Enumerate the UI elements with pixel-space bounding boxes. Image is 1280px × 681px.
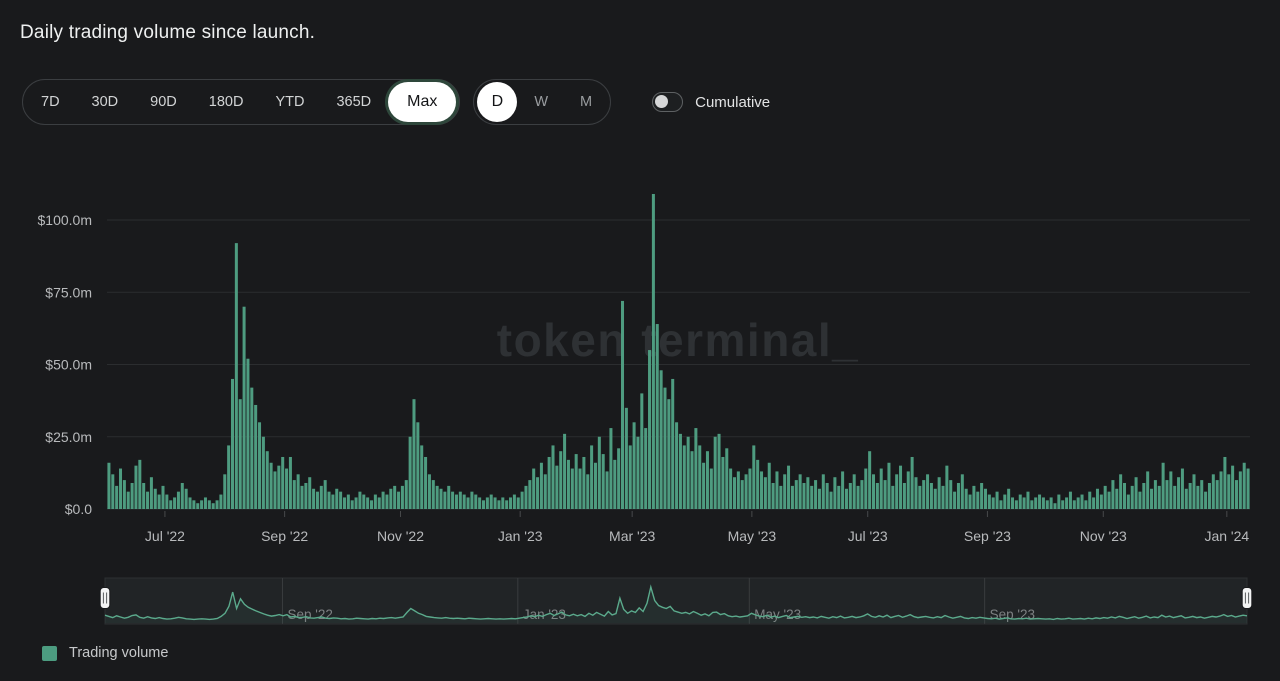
range-180d-button[interactable]: 180D: [193, 80, 260, 124]
trading-volume-bar-chart[interactable]: token terminal_ Jul '22 Sep '22 Nov '22 Jan…: [0, 180, 1280, 552]
cumulative-toggle-label: Cumulative: [695, 94, 770, 111]
range-90d-button[interactable]: 90D: [134, 80, 193, 124]
svg-text:Mar '23: Mar '23: [609, 528, 655, 544]
svg-text:$100.0m: $100.0m: [38, 212, 92, 228]
granularity-selector: D W M: [473, 79, 611, 125]
cumulative-control: Cumulative: [652, 92, 770, 112]
chart-controls: 7D 30D 90D 180D YTD 365D Max D W M Cumul…: [22, 79, 770, 125]
svg-text:Nov '23: Nov '23: [1080, 528, 1127, 544]
svg-text:Jan '23: Jan '23: [498, 528, 543, 544]
granularity-weekly-button[interactable]: W: [518, 80, 564, 124]
svg-text:$50.0m: $50.0m: [45, 357, 92, 373]
granularity-monthly-button[interactable]: M: [564, 80, 608, 124]
range-ytd-button[interactable]: YTD: [259, 80, 320, 124]
token-terminal-watermark: token terminal_: [497, 314, 860, 366]
svg-text:$25.0m: $25.0m: [45, 429, 92, 445]
y-axis-labels: $0.0 $25.0m $50.0m $75.0m $100.0m: [38, 212, 93, 517]
granularity-daily-button-selected[interactable]: D: [477, 82, 517, 122]
trading-volume-swatch-icon: [42, 646, 57, 661]
svg-text:Jul '22: Jul '22: [145, 528, 185, 544]
page-title: Daily trading volume since launch.: [20, 22, 315, 44]
toggle-knob-icon: [655, 95, 668, 108]
timeline-brush[interactable]: Sep '22Jan '23May '23Sep '23: [0, 575, 1280, 631]
brush-minimap[interactable]: Sep '22Jan '23May '23Sep '23: [105, 578, 1247, 624]
svg-text:$0.0: $0.0: [65, 501, 92, 517]
legend-item-trading-volume[interactable]: Trading volume: [42, 645, 168, 661]
svg-text:Jul '23: Jul '23: [848, 528, 888, 544]
svg-text:May '23: May '23: [728, 528, 777, 544]
svg-text:Jan '24: Jan '24: [1204, 528, 1249, 544]
legend-label: Trading volume: [69, 645, 168, 661]
range-30d-button[interactable]: 30D: [76, 80, 135, 124]
svg-text:Sep '22: Sep '22: [261, 528, 308, 544]
time-range-selector: 7D 30D 90D 180D YTD 365D Max: [22, 79, 460, 125]
cumulative-toggle[interactable]: [652, 92, 683, 112]
svg-text:Nov '22: Nov '22: [377, 528, 424, 544]
svg-text:Sep '23: Sep '23: [964, 528, 1011, 544]
range-365d-button[interactable]: 365D: [320, 80, 387, 124]
brush-left-handle[interactable]: [100, 588, 110, 609]
brush-right-handle[interactable]: [1242, 588, 1252, 609]
range-max-button-selected[interactable]: Max: [388, 82, 456, 122]
svg-text:$75.0m: $75.0m: [45, 284, 92, 300]
x-axis: Jul '22 Sep '22 Nov '22 Jan '23 Mar '23 May '…: [145, 511, 1249, 544]
range-7d-button[interactable]: 7D: [25, 80, 76, 124]
